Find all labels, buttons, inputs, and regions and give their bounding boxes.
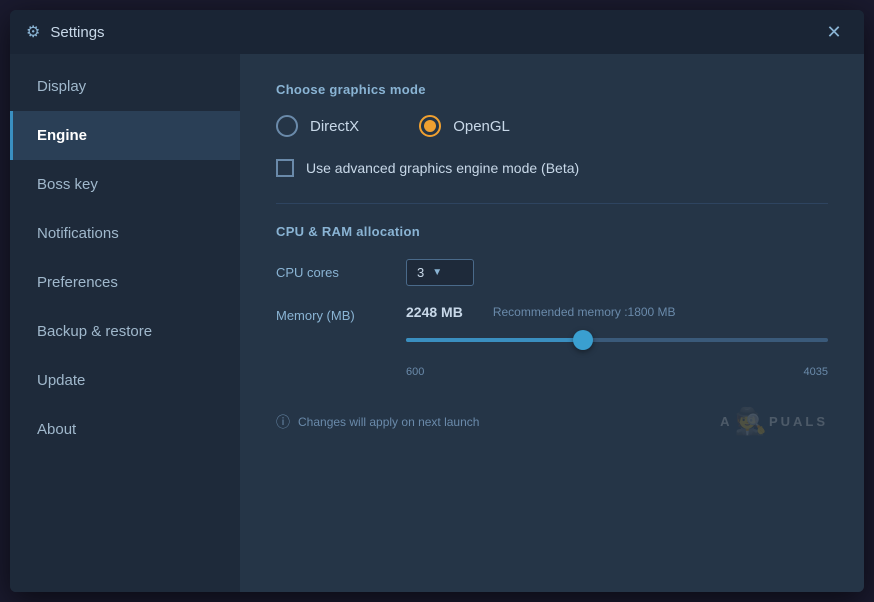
graphics-radio-group: DirectX OpenGL	[276, 115, 828, 137]
opengl-option[interactable]: OpenGL	[419, 115, 510, 137]
memory-value: 2248 MB	[406, 304, 463, 320]
graphics-section-title: Choose graphics mode	[276, 82, 828, 97]
cpu-dropdown-arrow: ▼	[432, 267, 442, 278]
window-content: Display Engine Boss key Notifications Pr…	[10, 54, 864, 592]
window-title: Settings	[50, 24, 820, 41]
cpu-value: 3	[417, 265, 424, 280]
sidebar-item-about[interactable]: About	[10, 405, 240, 454]
footer-text: Changes will apply on next launch	[298, 415, 479, 429]
directx-label: DirectX	[310, 118, 359, 135]
directx-radio[interactable]	[276, 115, 298, 137]
sidebar-item-engine[interactable]: Engine	[10, 111, 240, 160]
memory-slider-container	[406, 330, 828, 350]
memory-slider-thumb[interactable]	[573, 330, 593, 350]
memory-slider-track	[406, 338, 828, 342]
sidebar-item-bosskey[interactable]: Boss key	[10, 160, 240, 209]
footer: ⓘ Changes will apply on next launch A 🕵️…	[276, 386, 828, 437]
slider-min-label: 600	[406, 366, 424, 378]
cpu-field-row: CPU cores 3 ▼	[276, 259, 828, 286]
cpu-label: CPU cores	[276, 265, 386, 280]
memory-label: Memory (MB)	[276, 304, 386, 323]
opengl-label: OpenGL	[453, 118, 510, 135]
memory-field-row: Memory (MB) 2248 MB Recommended memory :…	[276, 304, 828, 378]
advanced-checkbox-label: Use advanced graphics engine mode (Beta)	[306, 160, 579, 176]
cpu-select[interactable]: 3 ▼	[406, 259, 474, 286]
slider-max-label: 4035	[804, 366, 828, 378]
close-button[interactable]: ✕	[820, 18, 848, 46]
info-icon: ⓘ	[276, 412, 290, 432]
memory-controls: 2248 MB Recommended memory :1800 MB 600 …	[406, 304, 828, 378]
advanced-checkbox[interactable]	[276, 159, 294, 177]
memory-slider-fill	[406, 338, 583, 342]
cpu-ram-title: CPU & RAM allocation	[276, 224, 828, 239]
sidebar: Display Engine Boss key Notifications Pr…	[10, 54, 240, 592]
settings-icon: ⚙	[26, 22, 40, 42]
sidebar-item-display[interactable]: Display	[10, 62, 240, 111]
sidebar-item-update[interactable]: Update	[10, 356, 240, 405]
opengl-radio[interactable]	[419, 115, 441, 137]
advanced-checkbox-row: Use advanced graphics engine mode (Beta)	[276, 159, 828, 177]
memory-top: 2248 MB Recommended memory :1800 MB	[406, 304, 828, 320]
divider	[276, 203, 828, 204]
main-panel: Choose graphics mode DirectX OpenGL Use …	[240, 54, 864, 592]
memory-recommended: Recommended memory :1800 MB	[493, 305, 676, 319]
directx-option[interactable]: DirectX	[276, 115, 359, 137]
sidebar-item-notifications[interactable]: Notifications	[10, 209, 240, 258]
slider-labels: 600 4035	[406, 366, 828, 378]
sidebar-item-backup[interactable]: Backup & restore	[10, 307, 240, 356]
titlebar: ⚙ Settings ✕	[10, 10, 864, 54]
sidebar-item-preferences[interactable]: Preferences	[10, 258, 240, 307]
settings-window: ⚙ Settings ✕ Display Engine Boss key Not…	[10, 10, 864, 592]
